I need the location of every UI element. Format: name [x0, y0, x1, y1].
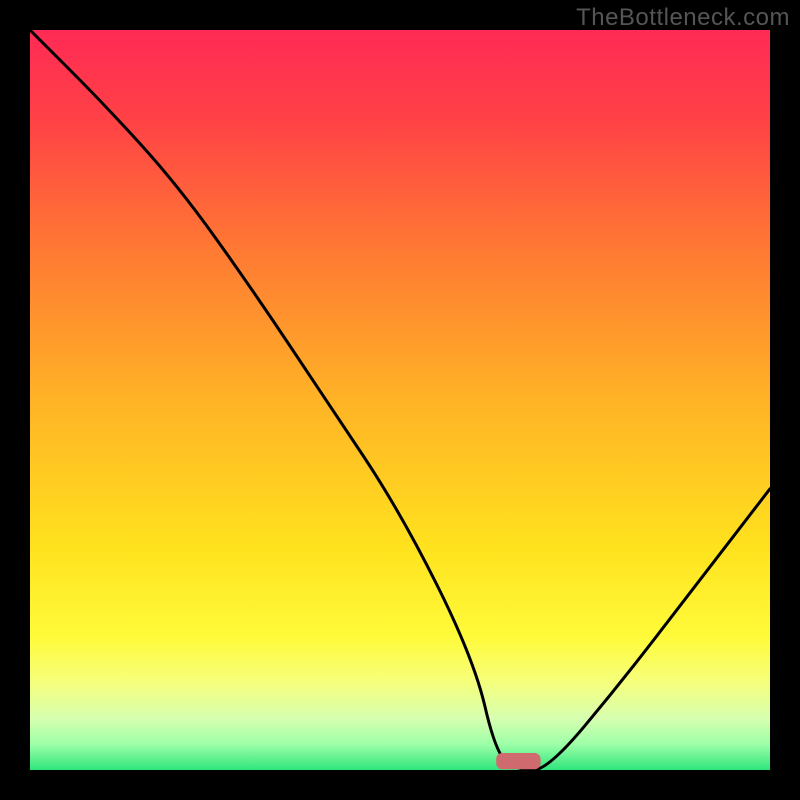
bottleneck-chart [30, 30, 770, 770]
plot-area [30, 30, 770, 770]
chart-frame: TheBottleneck.com [0, 0, 800, 800]
watermark-text: TheBottleneck.com [576, 4, 790, 32]
gradient-background [30, 30, 770, 770]
optimal-marker [496, 753, 540, 769]
